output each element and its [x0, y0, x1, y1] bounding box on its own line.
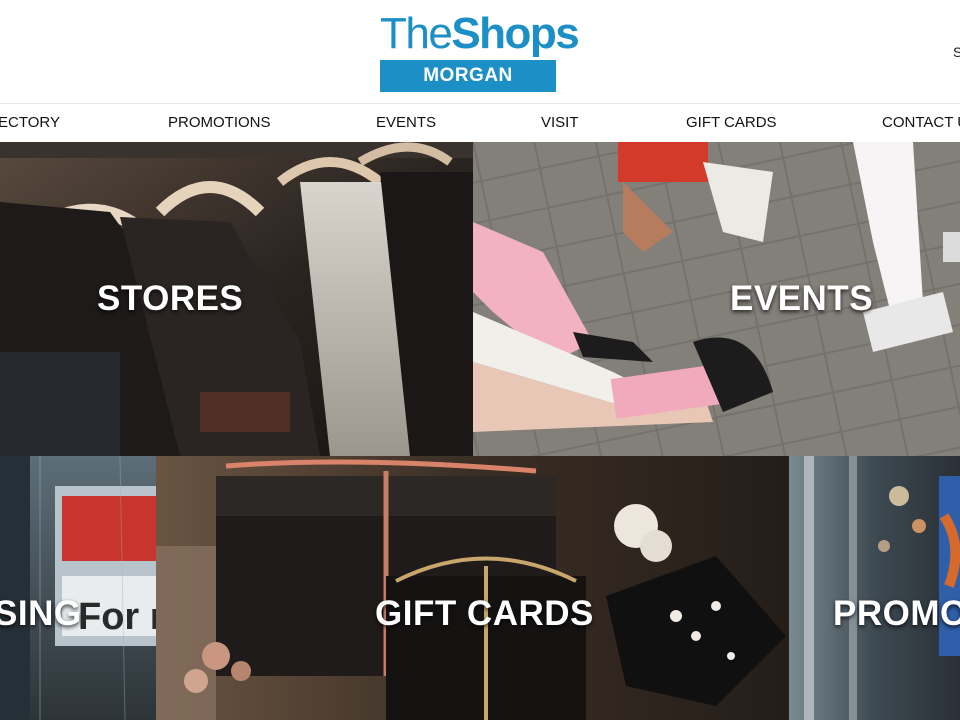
nav-item-promotions[interactable]: PROMOTIONS: [168, 104, 271, 142]
gift-boxes-image: [156, 456, 789, 720]
header-cutoff-link[interactable]: S: [953, 44, 960, 60]
tile-leasing-label: SING: [0, 594, 82, 633]
logo-the: The: [380, 9, 453, 58]
tile-gift-cards-label: GIFT CARDS: [375, 594, 594, 633]
for-rent-sign-text: For r: [78, 596, 156, 638]
tile-leasing[interactable]: For r SING: [0, 456, 156, 720]
site-logo[interactable]: TheShops MORGAN CROSSING: [380, 9, 580, 118]
main-nav: ECTORY PROMOTIONS EVENTS VISIT GIFT CARD…: [0, 104, 960, 142]
logo-subtitle: MORGAN CROSSING: [380, 60, 556, 118]
tile-promotions[interactable]: PROMO: [789, 456, 960, 720]
nav-item-events[interactable]: EVENTS: [376, 104, 436, 142]
tile-stores-label: STORES: [97, 279, 244, 318]
nav-item-contact[interactable]: CONTACT U: [882, 104, 960, 142]
tile-events-label: EVENTS: [730, 279, 874, 318]
leasing-sign-image: [0, 456, 156, 720]
logo-shops: Shops: [451, 9, 579, 58]
nav-item-directory[interactable]: ECTORY: [0, 104, 60, 142]
tile-events[interactable]: EVENTS: [473, 142, 960, 456]
nav-item-gift-cards[interactable]: GIFT CARDS: [686, 104, 777, 142]
tile-promotions-label: PROMO: [833, 594, 960, 633]
site-header: TheShops MORGAN CROSSING S: [0, 0, 960, 118]
tile-gift-cards[interactable]: GIFT CARDS: [156, 456, 789, 720]
logo-wordmark: TheShops: [380, 9, 580, 58]
storefront-image: [789, 456, 960, 720]
tile-stores[interactable]: STORES: [0, 142, 473, 456]
nav-item-visit[interactable]: VISIT: [541, 104, 579, 142]
sitting-people-image: [473, 142, 960, 456]
